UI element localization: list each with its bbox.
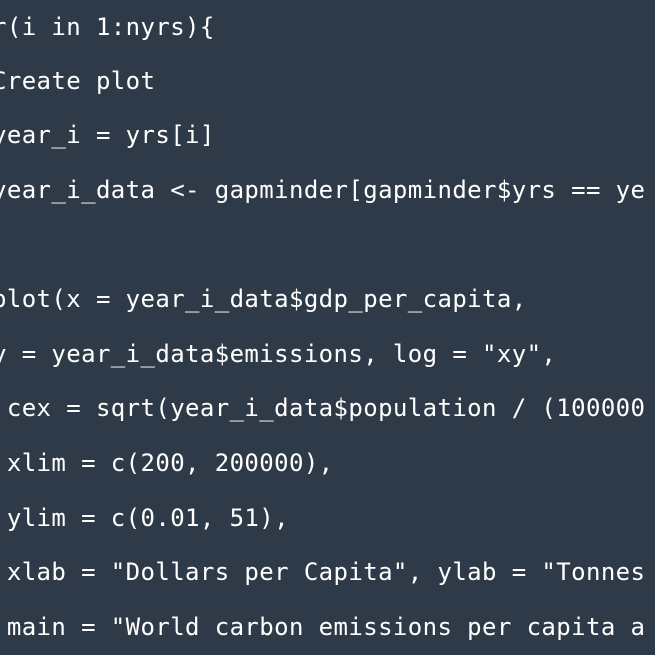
code-line-4: year_i_data <- gapminder[gapminder$yrs =… (0, 176, 646, 204)
code-line-1: r(i in 1:nyrs){ (0, 13, 215, 41)
code-line-12: main = "World carbon emissions per capit… (0, 613, 646, 641)
code-editor[interactable]: r(i in 1:nyrs){ Create plot year_i = yrs… (0, 0, 655, 655)
code-line-10: ylim = c(0.01, 51), (0, 504, 289, 532)
code-line-8: cex = sqrt(year_i_data$population / (100… (0, 394, 646, 422)
code-line-3: year_i = yrs[i] (0, 121, 215, 149)
code-line-2: Create plot (0, 67, 156, 95)
code-line-9: xlim = c(200, 200000), (0, 449, 334, 477)
code-line-7: y = year_i_data$emissions, log = "xy", (0, 340, 557, 368)
code-line-11: xlab = "Dollars per Capita", ylab = "Ton… (0, 558, 646, 586)
code-line-6: plot(x = year_i_data$gdp_per_capita, (0, 285, 527, 313)
